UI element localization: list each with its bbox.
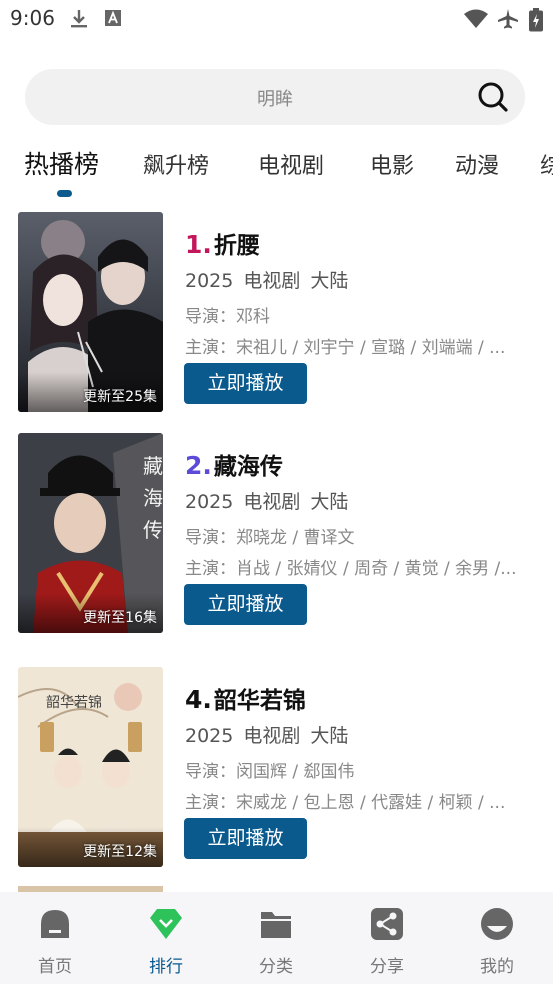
item-title-row[interactable]: 1.折腰	[185, 226, 260, 260]
rank-number: 4.	[185, 685, 212, 714]
search-icon[interactable]	[477, 81, 509, 113]
ranking-gem-icon	[148, 906, 184, 942]
tab-movie[interactable]: 电影	[370, 148, 414, 180]
list-item[interactable]: 更新至25集 1.折腰 2025 电视剧 大陆 导演：邓科 主演：宋祖儿 / 刘宇宁…	[0, 212, 553, 412]
search-bar[interactable]: 明眸	[25, 69, 525, 125]
play-now-button[interactable]: 立即播放	[184, 818, 307, 859]
profile-icon	[479, 906, 515, 942]
status-time: 9:06	[10, 6, 55, 30]
nav-label: 首页	[38, 957, 72, 977]
text-a-icon	[103, 8, 125, 30]
item-title-row[interactable]: 4.韶华若锦	[185, 681, 306, 715]
search-input[interactable]: 明眸	[25, 85, 525, 111]
status-bar: 9:06	[0, 0, 553, 38]
nav-label: 我的	[480, 957, 514, 977]
poster-image[interactable]: 藏 海 传 更新至16集	[18, 433, 163, 633]
episode-badge: 更新至16集	[83, 610, 157, 626]
folder-icon	[258, 906, 294, 942]
nav-label: 排行	[149, 957, 183, 977]
download-icon	[68, 8, 90, 30]
item-title[interactable]: 折腰	[214, 233, 260, 259]
category-tabs: 热播榜 飙升榜 电视剧 电影 动漫 综	[0, 140, 553, 200]
item-region: 大陆	[310, 270, 349, 292]
item-title-row[interactable]: 2.藏海传	[185, 447, 283, 481]
item-title[interactable]: 韶华若锦	[214, 688, 306, 714]
tab-anime[interactable]: 动漫	[455, 148, 499, 180]
tab-tv-series[interactable]: 电视剧	[258, 148, 324, 180]
rank-number: 1.	[185, 230, 212, 259]
share-icon	[369, 906, 405, 942]
svg-text:韶华若锦: 韶华若锦	[46, 694, 102, 711]
item-cast: 主演：宋威龙 / 包上恩 / 代露娃 / 柯颖 / ...	[185, 793, 506, 813]
tab-rising[interactable]: 飙升榜	[143, 148, 209, 180]
battery-icon	[528, 8, 544, 32]
nav-label: 分享	[370, 957, 404, 977]
tab-indicator	[57, 190, 72, 197]
item-year: 2025	[185, 725, 234, 747]
nav-ranking[interactable]: 排行	[111, 892, 221, 984]
airplane-icon	[497, 8, 519, 30]
tab-variety[interactable]: 综	[540, 148, 553, 180]
list-item[interactable]: 韶华若锦 更新至12集 4.韶华若锦 2025 电视剧 大陆 导演：闵国辉 / 郄国…	[0, 667, 553, 867]
svg-text:海: 海	[143, 486, 163, 510]
item-director: 导演：闵国辉 / 郄国伟	[185, 762, 355, 782]
svg-text:藏: 藏	[143, 454, 163, 478]
item-region: 大陆	[310, 725, 349, 747]
episode-badge: 更新至25集	[83, 389, 157, 405]
item-title[interactable]: 藏海传	[214, 454, 283, 480]
item-year: 2025	[185, 270, 234, 292]
poster-image[interactable]: 韶华若锦 更新至12集	[18, 667, 163, 867]
item-type: 电视剧	[243, 270, 301, 292]
item-meta: 2025 电视剧 大陆	[185, 487, 358, 514]
svg-text:传: 传	[143, 518, 163, 542]
wifi-icon	[463, 8, 489, 30]
home-icon	[37, 906, 73, 942]
nav-profile[interactable]: 我的	[442, 892, 552, 984]
item-type: 电视剧	[243, 725, 301, 747]
item-meta: 2025 电视剧 大陆	[185, 266, 358, 293]
item-director: 导演：邓科	[185, 307, 270, 327]
nav-home[interactable]: 首页	[0, 892, 110, 984]
bottom-nav: 首页 排行 分类 分享 我的	[0, 892, 553, 984]
item-type: 电视剧	[243, 491, 301, 513]
rank-number: 2.	[185, 451, 212, 480]
nav-share[interactable]: 分享	[332, 892, 442, 984]
item-region: 大陆	[310, 491, 349, 513]
poster-image[interactable]: 更新至25集	[18, 212, 163, 412]
item-cast: 主演：宋祖儿 / 刘宇宁 / 宣璐 / 刘端端 / ...	[185, 338, 506, 358]
tab-hot[interactable]: 热播榜	[24, 145, 99, 181]
item-director: 导演：郑晓龙 / 曹译文	[185, 528, 355, 548]
item-cast: 主演：肖战 / 张婧仪 / 周奇 / 黄觉 / 余男 /...	[185, 559, 517, 579]
episode-badge: 更新至12集	[83, 844, 157, 860]
nav-category[interactable]: 分类	[221, 892, 331, 984]
item-meta: 2025 电视剧 大陆	[185, 721, 358, 748]
play-now-button[interactable]: 立即播放	[184, 363, 307, 404]
nav-label: 分类	[259, 957, 293, 977]
item-year: 2025	[185, 491, 234, 513]
play-now-button[interactable]: 立即播放	[184, 584, 307, 625]
list-item[interactable]: 藏 海 传 更新至16集 2.藏海传 2025 电视剧 大陆 导演：郑晓龙 / 曹译…	[0, 433, 553, 633]
